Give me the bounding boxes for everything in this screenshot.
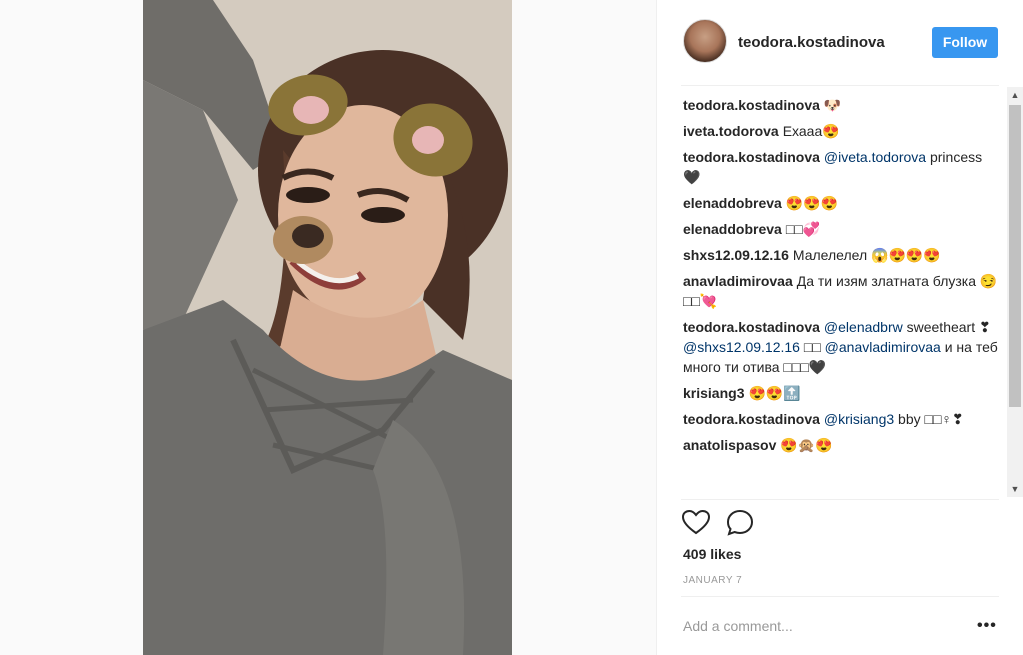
post-header: teodora.kostadinova Follow [681, 17, 1001, 69]
comment-item: teodora.kostadinova @elenadbrw sweetheart… [683, 317, 1001, 377]
comment-username[interactable]: krisiang3 [683, 385, 744, 401]
scroll-up-arrow-icon[interactable]: ▲ [1007, 87, 1023, 103]
post-date[interactable]: JANUARY 7 [683, 575, 742, 586]
post-side-panel: teodora.kostadinova Follow teodora.kosta… [656, 0, 1023, 655]
selfie-image [143, 0, 512, 655]
comment-bubble-icon[interactable] [725, 508, 755, 538]
comment-username[interactable]: elenaddobreva [683, 195, 782, 211]
comment-username[interactable]: teodora.kostadinova [683, 319, 820, 335]
comment-item: anavladimirovaa Да ти изям златната блузк… [683, 271, 1001, 311]
comment-text: Малелелел 😱😍😍😍 [792, 247, 941, 263]
comment-text: 😍🙊😍 [780, 437, 833, 453]
comment-text: bby □□♀❣ [894, 411, 964, 427]
comment-mention[interactable]: @elenadbrw [824, 319, 903, 335]
likes-count[interactable]: 409 likes [683, 546, 741, 562]
comment-mention[interactable]: @shxs12.09.12.16 [683, 339, 800, 355]
comment-text: 😍😍😍 [785, 195, 839, 211]
heart-icon[interactable] [681, 508, 711, 538]
follow-button[interactable]: Follow [932, 27, 998, 58]
comment-item: elenaddobreva □□💞 [683, 219, 1001, 239]
comment-username[interactable]: iveta.todorova [683, 123, 779, 139]
more-options-icon[interactable]: ••• [977, 617, 997, 635]
comment-text: □□ [799, 339, 825, 355]
action-bar [681, 508, 801, 540]
comment-item: teodora.kostadinova @iveta.todorova princ… [683, 147, 1001, 187]
comment-item: elenaddobreva 😍😍😍 [683, 193, 1001, 213]
comment-text: □□💞 [785, 221, 821, 237]
comment-username[interactable]: teodora.kostadinova [683, 97, 820, 113]
comment-mention[interactable]: @iveta.todorova [824, 149, 926, 165]
comment-mention[interactable]: @krisiang3 [824, 411, 894, 427]
post-photo[interactable] [143, 0, 512, 655]
comment-item: krisiang3 😍😍🔝 [683, 383, 1001, 403]
post-username[interactable]: teodora.kostadinova [738, 34, 885, 51]
divider [681, 85, 999, 86]
photo-area [0, 0, 656, 655]
comment-username[interactable]: teodora.kostadinova [683, 149, 820, 165]
comment-item: iveta.todorova Ехааа😍 [683, 121, 1001, 141]
comment-item: teodora.kostadinova @krisiang3 bby □□♀❣ [683, 409, 1001, 429]
comment-username[interactable]: anavladimirovaa [683, 273, 793, 289]
comment-username[interactable]: anatolispasov [683, 437, 776, 453]
comments-scrollbar[interactable]: ▲ ▼ [1007, 87, 1023, 497]
comment-mention[interactable]: @anavladimirovaa [825, 339, 941, 355]
comment-item: anatolispasov 😍🙊😍 [683, 435, 1001, 455]
comments-list: teodora.kostadinova 🐶 iveta.todorova Ехааа😍… [683, 95, 1001, 499]
comment-username[interactable]: teodora.kostadinova [683, 411, 820, 427]
comment-text: 😍😍🔝 [748, 385, 801, 401]
comment-item: shxs12.09.12.16 Малелелел 😱😍😍😍 [683, 245, 1001, 265]
scroll-thumb[interactable] [1009, 105, 1021, 407]
comment-username[interactable]: shxs12.09.12.16 [683, 247, 789, 263]
comment-username[interactable]: elenaddobreva [683, 221, 782, 237]
avatar[interactable] [683, 19, 727, 63]
add-comment-input[interactable]: Add a comment... [683, 618, 943, 634]
scroll-down-arrow-icon[interactable]: ▼ [1007, 481, 1023, 497]
comment-text: sweetheart ❣ [902, 319, 991, 335]
comment-item: teodora.kostadinova 🐶 [683, 95, 1001, 115]
comment-text: 🐶 [823, 97, 842, 113]
comment-text: Ехааа😍 [782, 123, 840, 139]
divider [681, 499, 999, 500]
divider [681, 596, 999, 597]
